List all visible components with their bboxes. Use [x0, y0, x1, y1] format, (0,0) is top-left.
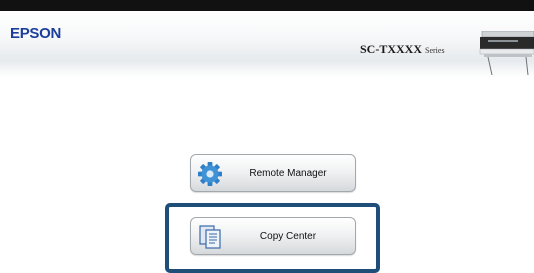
- header: EPSON SC-TXXXX Series: [0, 11, 534, 77]
- epson-logo: EPSON: [10, 25, 62, 42]
- remote-manager-label: Remote Manager: [249, 167, 327, 179]
- printer-icon: [479, 31, 534, 75]
- top-bar: [0, 0, 534, 11]
- remote-manager-button[interactable]: Remote Manager: [190, 154, 356, 192]
- model-number: SC-TXXXX: [360, 42, 423, 56]
- copy-center-highlight: [165, 203, 380, 273]
- model-series: Series: [425, 46, 445, 55]
- gear-icon: [198, 162, 222, 186]
- model-name: SC-TXXXX Series: [360, 42, 445, 57]
